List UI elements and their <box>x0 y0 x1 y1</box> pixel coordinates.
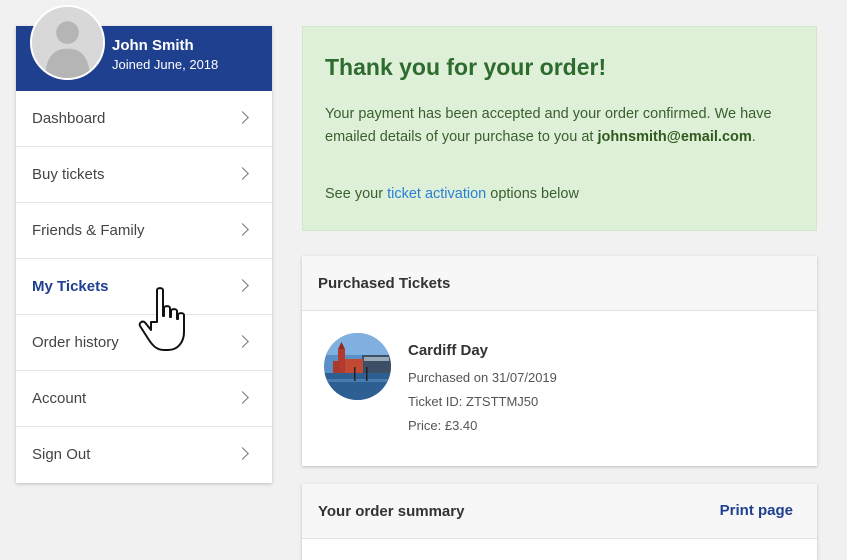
ticket-purchase-date: Purchased on 31/07/2019 <box>408 370 557 385</box>
chevron-right-icon <box>236 167 249 180</box>
print-page-link[interactable]: Print page <box>720 502 793 519</box>
cardiff-photo-thumbnail <box>324 333 391 400</box>
ticket-name: Cardiff Day <box>408 342 489 359</box>
sidebar-item-label: My Tickets <box>32 278 109 295</box>
sidebar-item-sign-out[interactable]: Sign Out <box>16 427 272 483</box>
card-header: Your order summary Print page <box>302 484 817 539</box>
ticket-thumbnail <box>324 333 391 400</box>
ticket-activation-link[interactable]: ticket activation <box>387 186 486 202</box>
sidebar-item-account[interactable]: Account <box>16 371 272 427</box>
confirmation-email: johnsmith@email.com <box>597 129 752 145</box>
account-sidebar: John Smith Joined June, 2018 Dashboard B… <box>16 5 272 483</box>
sidebar-item-label: Account <box>32 390 87 407</box>
sidebar-item-my-tickets[interactable]: My Tickets <box>16 259 272 315</box>
banner-message: Your payment has been accepted and your … <box>325 103 785 149</box>
sidebar-menu: Dashboard Buy tickets Friends & Family M… <box>16 91 272 483</box>
profile-name: John Smith <box>112 37 194 54</box>
sidebar-item-label: Sign Out <box>32 446 91 463</box>
sidebar-item-label: Buy tickets <box>32 166 105 183</box>
sidebar-item-dashboard[interactable]: Dashboard <box>16 91 272 147</box>
sidebar-item-label: Dashboard <box>32 110 106 127</box>
chevron-right-icon <box>236 223 249 236</box>
chevron-right-icon <box>236 279 249 292</box>
activation-prefix: See your <box>325 186 384 202</box>
sidebar-item-label: Order history <box>32 334 119 351</box>
avatar <box>30 5 105 80</box>
sidebar-item-friends-family[interactable]: Friends & Family <box>16 203 272 259</box>
chevron-right-icon <box>236 335 249 348</box>
ticket-id: Ticket ID: ZTSTTMJ50 <box>408 394 539 409</box>
activation-suffix: options below <box>490 186 579 202</box>
chevron-right-icon <box>236 391 249 404</box>
order-success-banner: Thank you for your order! Your payment h… <box>302 26 817 231</box>
banner-title: Thank you for your order! <box>325 54 607 80</box>
sidebar-item-buy-tickets[interactable]: Buy tickets <box>16 147 272 203</box>
card-header: Purchased Tickets <box>302 256 817 311</box>
user-silhouette-icon <box>32 7 103 78</box>
chevron-right-icon <box>236 447 249 460</box>
sidebar-item-label: Friends & Family <box>32 222 145 239</box>
sidebar-item-order-history[interactable]: Order history <box>16 315 272 371</box>
ticket-price: Price: £3.40 <box>408 418 478 433</box>
purchased-tickets-card: Purchased Tickets Cardiff Day Purchased … <box>302 256 817 466</box>
profile-joined-date: Joined June, 2018 <box>112 57 219 72</box>
banner-email-suffix: . <box>751 129 756 145</box>
activation-note: See your ticket activation options below <box>325 186 579 202</box>
order-summary-card: Your order summary Print page <box>302 484 817 560</box>
order-summary-title: Your order summary <box>318 503 465 520</box>
chevron-right-icon <box>236 111 249 124</box>
profile-header: John Smith Joined June, 2018 <box>16 5 272 91</box>
purchased-tickets-title: Purchased Tickets <box>318 275 451 292</box>
